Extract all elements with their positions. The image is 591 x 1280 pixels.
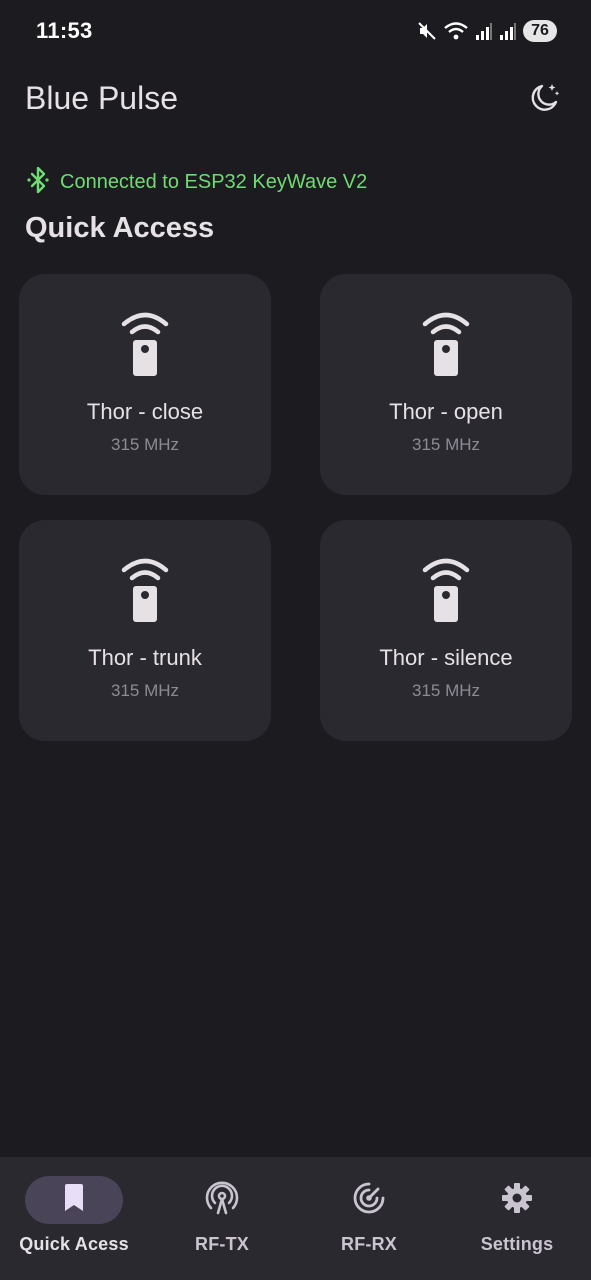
- status-bar: 11:53 76: [0, 0, 591, 62]
- quick-access-card[interactable]: Thor - trunk 315 MHz: [19, 520, 271, 741]
- nav-active-indicator: [25, 1176, 123, 1224]
- card-name: Thor - open: [389, 399, 503, 424]
- nav-icon-container: [468, 1176, 566, 1224]
- nav-icon-container: [320, 1176, 418, 1224]
- card-name: Thor - trunk: [88, 645, 202, 670]
- wifi-icon: [443, 21, 469, 41]
- card-frequency: 315 MHz: [411, 435, 481, 454]
- antenna-icon: [205, 1181, 239, 1220]
- bookmark-icon: [62, 1183, 86, 1218]
- mute-icon: [417, 21, 437, 41]
- nav-icon-container: [173, 1176, 271, 1224]
- nav-item-rf-rx[interactable]: RF-RX: [295, 1157, 443, 1280]
- battery-icon: 76: [523, 20, 557, 42]
- signal-icon-2: [499, 21, 517, 41]
- section-title: Quick Access: [25, 212, 215, 244]
- card-name: Thor - silence: [379, 645, 513, 670]
- connection-status: Connected to ESP32 KeyWave V2: [26, 166, 367, 199]
- quick-access-card[interactable]: Thor - silence 315 MHz: [320, 520, 572, 741]
- gear-icon: [500, 1181, 534, 1220]
- app-title: Blue Pulse: [25, 80, 178, 116]
- nav-label: Settings: [480, 1234, 554, 1254]
- quick-access-card[interactable]: Thor - close 315 MHz: [19, 274, 271, 495]
- radar-icon: [352, 1181, 386, 1220]
- nav-label: RF-RX: [341, 1234, 397, 1254]
- nav-label: Quick Acess: [19, 1234, 129, 1254]
- nav-label: RF-TX: [195, 1234, 249, 1254]
- nav-item-quick-access[interactable]: Quick Acess: [0, 1157, 148, 1280]
- nav-item-rf-tx[interactable]: RF-TX: [148, 1157, 296, 1280]
- quick-access-card[interactable]: Thor - open 315 MHz: [320, 274, 572, 495]
- remote-signal-icon: [420, 310, 472, 376]
- card-frequency: 315 MHz: [110, 435, 180, 454]
- remote-signal-icon: [119, 310, 171, 376]
- card-name: Thor - close: [86, 399, 204, 424]
- nav-item-settings[interactable]: Settings: [443, 1157, 591, 1280]
- status-icons: 76: [417, 18, 557, 44]
- card-frequency: 315 MHz: [411, 681, 481, 700]
- remote-signal-icon: [119, 556, 171, 622]
- bottom-navigation: Quick Acess RF-TX RF-RX Settings: [0, 1157, 591, 1280]
- bluetooth-icon: [26, 166, 50, 199]
- card-frequency: 315 MHz: [110, 681, 180, 700]
- status-time: 11:53: [36, 18, 93, 43]
- moon-stars-icon: [527, 81, 561, 120]
- signal-icon: [475, 21, 493, 41]
- connection-text: Connected to ESP32 KeyWave V2: [60, 171, 368, 193]
- theme-toggle-button[interactable]: [524, 80, 564, 120]
- remote-signal-icon: [420, 556, 472, 622]
